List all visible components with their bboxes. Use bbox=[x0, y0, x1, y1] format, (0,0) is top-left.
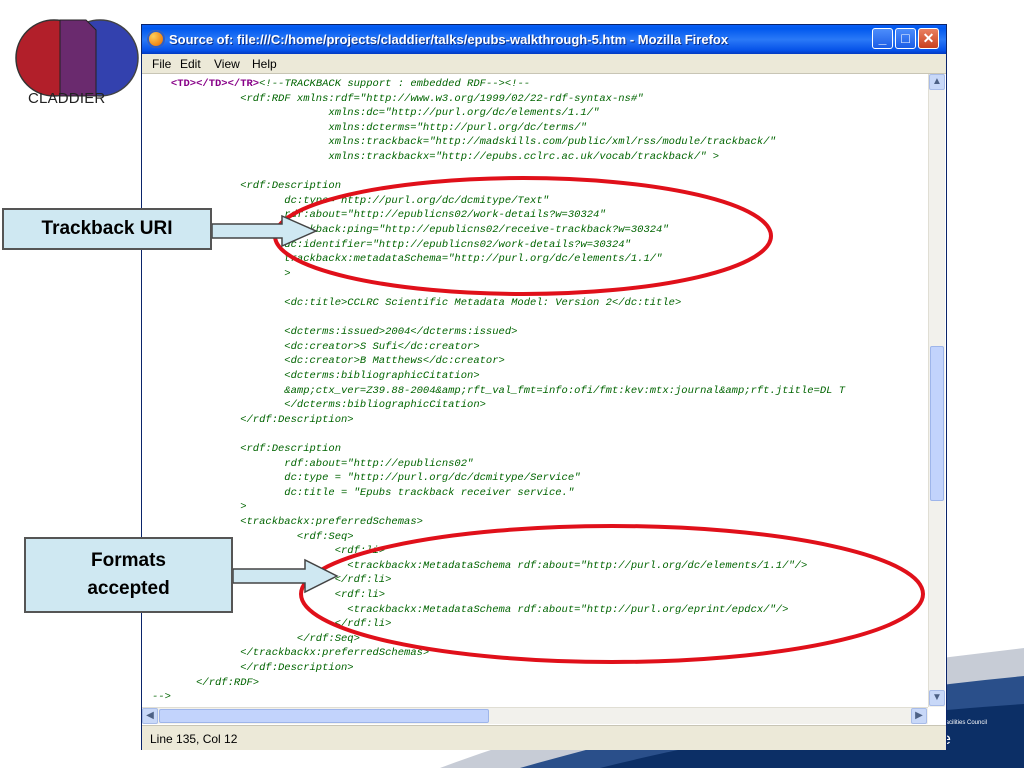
menu-edit[interactable]: Edit bbox=[180, 57, 201, 71]
source-line: rdf:about="http://epublicns02" bbox=[284, 457, 473, 472]
source-line: xmlns:dcterms="http://purl.org/dc/terms/… bbox=[328, 121, 586, 136]
horizontal-scroll-thumb[interactable] bbox=[159, 709, 489, 723]
status-bar: Line 135, Col 12 bbox=[142, 725, 946, 750]
callout-formats-accepted: Formats accepted bbox=[24, 537, 233, 613]
source-line: > bbox=[240, 500, 246, 515]
source-line: <dcterms:issued>2004</dcterms:issued> bbox=[284, 325, 517, 340]
title-bar[interactable]: Source of: file:///C:/home/projects/clad… bbox=[142, 25, 946, 54]
close-button[interactable]: ✕ bbox=[918, 28, 939, 49]
source-text: --> bbox=[152, 691, 171, 704]
horizontal-scrollbar[interactable]: ◀ ▶ bbox=[142, 707, 928, 724]
scroll-right-button[interactable]: ▶ bbox=[911, 708, 927, 724]
source-text: xmlns:dc="http://purl.org/dc/elements/1.… bbox=[328, 107, 600, 120]
source-text: </dcterms:bibliographicCitation> bbox=[284, 399, 486, 412]
source-text: <dc:creator>S Sufi</dc:creator> bbox=[284, 340, 480, 353]
source-text: xmlns:dcterms="http://purl.org/dc/terms/… bbox=[328, 121, 587, 134]
callout-formats-line1: Formats bbox=[91, 550, 166, 571]
menu-file[interactable]: File bbox=[152, 57, 171, 71]
arrow-formats bbox=[233, 558, 339, 594]
source-text: dc:title = "Epubs trackback receiver ser… bbox=[284, 486, 575, 499]
source-text: <rdf:RDF xmlns:rdf="http://www.w3.org/19… bbox=[240, 92, 644, 105]
arrow-trackback bbox=[212, 214, 318, 248]
source-line: &amp;ctx_ver=Z39.88-2004&amp;rft_val_fmt… bbox=[284, 384, 845, 399]
source-text: <dcterms:bibliographicCitation> bbox=[284, 370, 480, 382]
source-line: <dc:creator>B Matthews</dc:creator> bbox=[284, 354, 505, 369]
source-line: dc:type = "http://purl.org/dc/dcmitype/S… bbox=[284, 471, 580, 486]
source-text: <rdf:Description bbox=[240, 443, 342, 455]
source-tag: <TD></TD></TR> bbox=[170, 78, 260, 90]
menu-bar: File Edit View Help bbox=[142, 54, 946, 74]
source-line: <rdf:RDF xmlns:rdf="http://www.w3.org/19… bbox=[240, 92, 643, 107]
minimize-button[interactable]: _ bbox=[872, 28, 893, 49]
source-line: <TD></TD></TR><!--TRACKBACK support : em… bbox=[171, 77, 530, 92]
source-line: xmlns:trackbackx="http://epubs.cclrc.ac.… bbox=[328, 150, 719, 165]
source-text: </rdf:RDF> bbox=[196, 676, 260, 689]
source-line: <dcterms:bibliographicCitation> bbox=[284, 369, 479, 384]
source-text: &amp;ctx_ver=Z39.88-2004&amp;rft_val_fmt… bbox=[284, 384, 846, 397]
source-text: > bbox=[240, 501, 247, 514]
source-line: </rdf:Description> bbox=[240, 413, 353, 428]
scroll-up-button[interactable]: ▲ bbox=[929, 74, 945, 90]
source-line: xmlns:dc="http://purl.org/dc/elements/1.… bbox=[328, 106, 599, 121]
callout-trackback-uri: Trackback URI bbox=[2, 208, 212, 250]
source-text: dc:type = "http://purl.org/dc/dcmitype/S… bbox=[284, 472, 581, 485]
logo-text: CLADDIER bbox=[28, 90, 106, 107]
callout-formats-line2: accepted bbox=[87, 578, 170, 599]
source-text: <!--TRACKBACK support : embedded RDF--><… bbox=[259, 78, 531, 90]
formats-highlight-ellipse bbox=[299, 524, 925, 664]
source-line: </rdf:RDF> bbox=[196, 676, 259, 691]
source-line: <dc:creator>S Sufi</dc:creator> bbox=[284, 340, 479, 355]
source-text: xmlns:trackback="http://madskills.com/pu… bbox=[328, 136, 776, 149]
footer-small-text: facilities Council bbox=[944, 720, 988, 726]
source-line: <rdf:Description bbox=[240, 442, 341, 457]
window-title: Source of: file:///C:/home/projects/clad… bbox=[169, 32, 729, 47]
source-text: <dc:creator>B Matthews</dc:creator> bbox=[284, 355, 505, 368]
scroll-left-button[interactable]: ◀ bbox=[142, 708, 158, 724]
scroll-down-button[interactable]: ▼ bbox=[929, 690, 945, 706]
menu-view[interactable]: View bbox=[214, 57, 240, 71]
menu-help[interactable]: Help bbox=[252, 57, 277, 71]
source-line: dc:title = "Epubs trackback receiver ser… bbox=[284, 486, 574, 501]
vertical-scroll-thumb[interactable] bbox=[930, 346, 944, 501]
maximize-button[interactable]: □ bbox=[895, 28, 916, 49]
trackback-highlight-ellipse bbox=[273, 176, 773, 296]
source-text: rdf:about="http://epublicns02" bbox=[284, 457, 474, 470]
source-line: </dcterms:bibliographicCitation> bbox=[284, 398, 486, 413]
source-line: xmlns:trackback="http://madskills.com/pu… bbox=[328, 135, 775, 150]
source-line: --> bbox=[152, 690, 171, 705]
source-text: xmlns:trackbackx="http://epubs.cclrc.ac.… bbox=[328, 151, 720, 163]
source-text: <dcterms:issued>2004</dcterms:issued> bbox=[284, 326, 518, 339]
status-text: Line 135, Col 12 bbox=[150, 732, 238, 746]
source-text: </rdf:Description> bbox=[240, 413, 354, 426]
firefox-icon bbox=[147, 30, 165, 48]
